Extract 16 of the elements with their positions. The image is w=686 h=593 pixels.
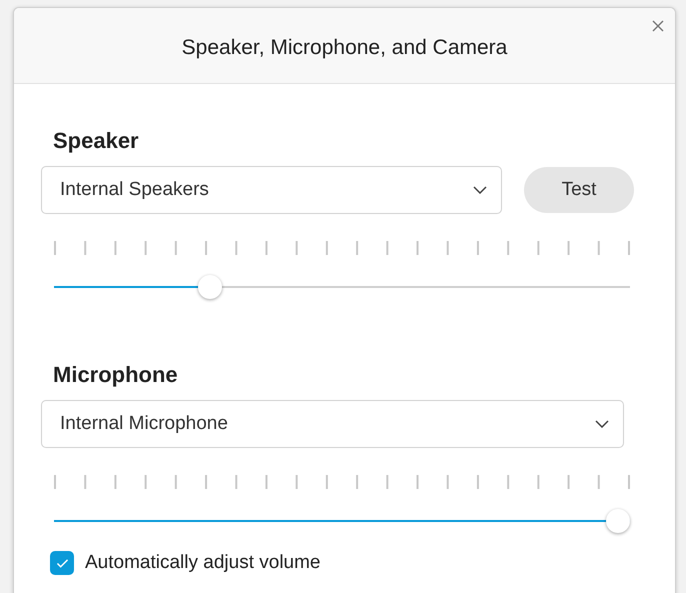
section-heading: Microphone (53, 362, 178, 388)
section-heading: Speaker (53, 128, 139, 154)
chevron-down-icon (595, 420, 609, 428)
checkbox[interactable] (50, 551, 74, 575)
speaker-dropdown[interactable]: Internal Speakers (41, 166, 502, 214)
speaker-volume-slider[interactable] (54, 275, 630, 299)
microphone-dropdown[interactable]: Internal Microphone (41, 400, 624, 448)
close-icon[interactable] (652, 20, 664, 32)
slider-thumb[interactable] (198, 275, 222, 299)
window-title: Speaker, Microphone, and Camera (182, 36, 508, 60)
test-button[interactable]: Test (524, 167, 634, 213)
microphone-volume-slider[interactable] (54, 509, 630, 533)
chevron-down-icon (473, 186, 487, 194)
slider-thumb[interactable] (606, 509, 630, 533)
checkbox-label: Automatically adjust volume (85, 552, 320, 574)
checkmark-icon (56, 558, 68, 568)
